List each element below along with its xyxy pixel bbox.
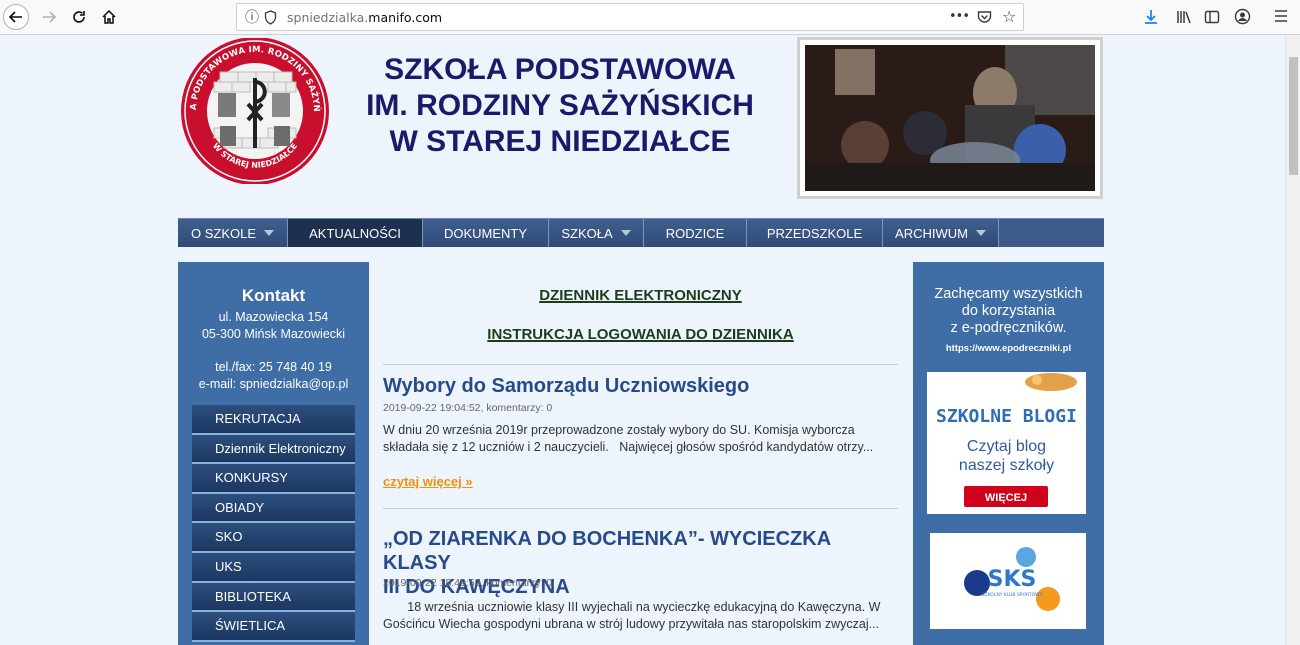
site-title: SZKOŁA PODSTAWOWA IM. RODZINY SAŻYŃSKICH… [340,52,780,160]
post-title[interactable]: Wybory do Samorządu Uczniowskiego [383,374,749,398]
side-menu-item-biblioteka[interactable]: BIBLIOTEKA [192,582,355,613]
post-meta: 2019-09-22 19:04:52, komentarzy: 0 [383,402,553,414]
contact-heading: Kontakt [241,286,306,305]
download-icon[interactable] [1144,9,1158,28]
vertical-scrollbar[interactable] [1285,35,1300,645]
instrukcja-link[interactable]: INSTRUKCJA LOGOWANIA DO DZIENNIKA [383,326,898,343]
sks-banner[interactable]: SKS SZKOLNY KLUB SPORTOWY [930,533,1086,629]
arrow-right-icon [43,11,57,23]
contact-street: ul. Mazowiecka 154 [218,310,329,324]
contact-city: 05-300 Mińsk Mazowiecki [201,327,346,341]
main-menu: O SZKOLE AKTUALNOŚCI DOKUMENTY SZKOŁA RO… [178,218,1104,247]
arrow-left-icon [8,11,22,23]
site-title-line2: IM. RODZINY SAŻYŃSKICH [366,89,754,122]
dropdown-arrow-icon [620,230,631,236]
side-menu-item-sko[interactable]: SKO [192,523,355,553]
menu-item-rodzice[interactable]: RODZICE [644,219,747,247]
account-icon[interactable] [1234,8,1251,28]
menu-label: O SZKOLE [190,225,257,241]
post-excerpt-line: W dniu 20 września 2019r przeprowadzone … [383,423,855,437]
header-photo [797,37,1103,199]
dropdown-arrow-icon [975,230,986,236]
menu-item-szkola[interactable]: SZKOŁA [549,219,644,247]
side-menu-item-rekrutacja[interactable]: REKRUTACJA [192,405,355,435]
menu-label: PRZEDSZKOLE [766,225,863,241]
blog-title: SZKOLNE BLOGI [936,406,1077,427]
school-blogs-banner[interactable]: SZKOLNE BLOGI Czytaj blog naszej szkoły … [927,372,1086,514]
pocket-icon[interactable] [977,10,992,27]
post-meta: 2019-09-22 18:49:59, komentarzy: 0 [383,577,553,589]
menu-item-o-szkole[interactable]: O SZKOLE [178,219,288,247]
hamburger-menu-icon[interactable] [1274,9,1288,26]
post-excerpt: 18 września uczniowie klasy III wyjechal… [383,599,898,633]
contact-email: e-mail: spniedzialka@op.pl [198,377,349,391]
menu-label: AKTUALNOŚCI [309,225,401,241]
dziennik-link[interactable]: DZIENNIK ELEKTRONICZNY [383,287,898,304]
post-excerpt-line: 18 września uczniowie klasy III wyjechal… [383,600,881,614]
menu-label: DOKUMENTY [443,225,528,241]
menu-label: SZKOŁA [561,225,613,241]
side-menu-item-dziennik[interactable]: Dziennik Elektroniczny [192,434,355,465]
browser-toolbar: ⓘ spniedzialka.manifo.com ••• ☆ [0,0,1300,35]
blog-more-button: WIĘCEJ [985,492,1027,504]
reload-icon [73,11,85,23]
left-sidebar: Kontakt ul. Mazowiecka 154 05-300 Mińsk … [178,262,369,645]
epodreczniki-text: Zachęcamy wszystkich [934,286,1083,302]
blog-line2: naszej szkoły [959,457,1054,474]
menu-item-przedszkole[interactable]: PRZEDSZKOLE [747,219,883,247]
epodreczniki-box: Zachęcamy wszystkich do korzystania z e-… [913,262,1104,357]
side-menu-item-swietlica[interactable]: ŚWIETLICA [192,612,355,642]
menu-item-aktualnosci[interactable]: AKTUALNOŚCI [288,219,423,247]
home-button[interactable] [96,4,122,30]
side-menu: REKRUTACJA Dziennik Elektroniczny KONKUR… [192,405,355,642]
sks-logo-icon: SKS SZKOLNY KLUB SPORTOWY [930,533,1086,629]
forward-button[interactable] [36,4,62,30]
header-photo-image [805,45,1095,191]
blacksmith-workshop-photo-icon [805,45,1095,191]
post-excerpt: W dniu 20 września 2019r przeprowadzone … [383,422,898,456]
main-content: DZIENNIK ELEKTRONICZNY INSTRUKCJA LOGOWA… [383,262,898,645]
menu-item-dokumenty[interactable]: DOKUMENTY [423,219,549,247]
side-menu-item-uks[interactable]: UKS [192,552,355,583]
menu-item-archiwum[interactable]: ARCHIWUM [883,219,999,247]
menu-label: ARCHIWUM [895,225,968,241]
bookmark-star-icon[interactable]: ☆ [1002,9,1016,25]
scrollbar-thumb[interactable] [1289,57,1298,175]
school-emblem-icon: SZKOŁA PODSTAWOWA IM. RODZINY SAŻYŃSKICH… [174,31,329,185]
school-blogs-icon: SZKOLNE BLOGI Czytaj blog naszej szkoły … [927,372,1086,514]
library-icon[interactable] [1176,9,1192,28]
epodreczniki-text: do korzystania [961,303,1056,319]
contact-phone: tel./fax: 25 748 40 19 [215,360,332,374]
site-title-line1: SZKOŁA PODSTAWOWA [384,53,736,86]
dropdown-arrow-icon [264,230,275,236]
epodreczniki-text: z e-podręczników. [950,320,1067,336]
read-more-link[interactable]: czytaj więcej » [383,474,473,489]
sks-label: SKS [988,567,1037,592]
sks-sub: SZKOLNY KLUB SPORTOWY [982,592,1043,598]
shield-icon[interactable] [264,10,277,28]
page-actions-icon[interactable]: ••• [949,10,970,23]
url-text: spniedzialka.manifo.com [287,10,443,25]
contact-box: Kontakt ul. Mazowiecka 154 05-300 Mińsk … [178,262,369,393]
epodreczniki-link[interactable]: https://www.epodreczniki.pl [913,340,1104,357]
divider [383,364,898,365]
right-sidebar: Zachęcamy wszystkich do korzystania z e-… [913,262,1104,645]
school-logo[interactable]: SZKOŁA PODSTAWOWA IM. RODZINY SAŻYŃSKICH… [174,31,332,185]
back-button[interactable] [3,4,29,30]
side-menu-item-konkursy[interactable]: KONKURSY [192,464,355,494]
menu-label: RODZICE [665,225,725,241]
sidebar-icon[interactable] [1204,9,1220,28]
url-bar[interactable]: ⓘ spniedzialka.manifo.com ••• ☆ [236,3,1024,31]
side-menu-item-obiady[interactable]: OBIADY [192,493,355,524]
blog-line1: Czytaj blog [967,438,1046,455]
home-icon [102,9,116,24]
post-excerpt-line: Gościńcu Wiecha gospodyni ubrana w strój… [383,617,880,631]
post-excerpt-line: składała się z 12 uczniów i 2 nauczyciel… [383,440,874,454]
site-title-line3: W STAREJ NIEDZIAŁCE [389,125,731,158]
info-icon[interactable]: ⓘ [245,11,259,25]
divider [383,508,898,509]
reload-button[interactable] [66,4,92,30]
post-title-line: „OD ZIARENKA DO BOCHENKA”- WYCIECZKA KLA… [383,528,831,574]
